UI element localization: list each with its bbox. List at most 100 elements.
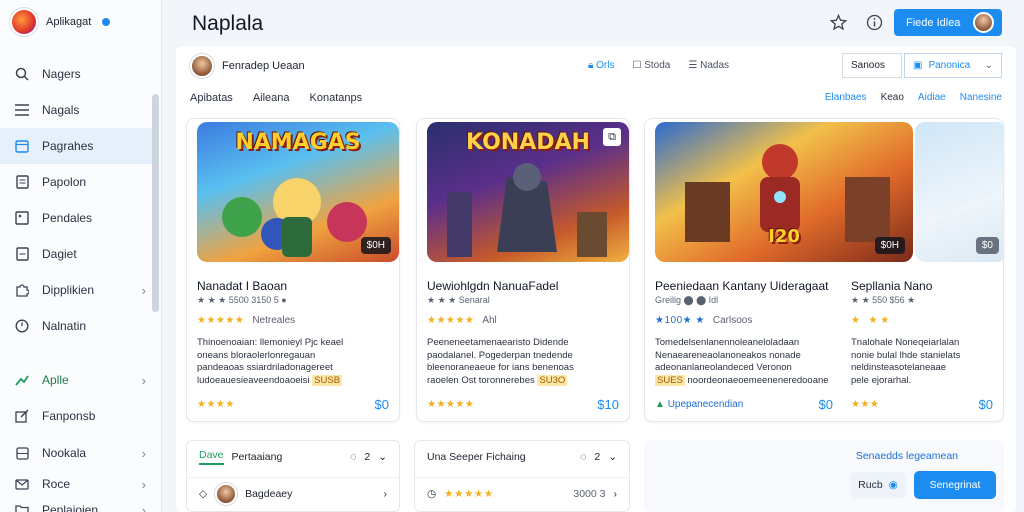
sidebar-item-2[interactable]: Nagals [0, 92, 152, 128]
tab-nadas[interactable]: ☰ Nadas [688, 60, 729, 71]
footer-stars: ★★★★★ [427, 399, 475, 410]
sort-option[interactable]: Keao [881, 92, 904, 103]
verified-icon [102, 18, 111, 26]
panel-title: Una Seeper Fichaing [427, 451, 526, 463]
list-item[interactable]: ◷ ★★★★★ 3000 3 › [415, 477, 629, 509]
sidebar-item-8[interactable]: Nalnatin [0, 308, 152, 344]
tab-stoda[interactable]: ☐ Stoda [632, 60, 670, 71]
tab-label[interactable]: Pertaaiang [232, 451, 283, 463]
sidebar-item-label: Aplle [42, 373, 69, 387]
price-chip: $0H [360, 237, 391, 254]
desc-line: adeonanlaneolandeced Veronon [655, 362, 792, 373]
chevron-right-icon: › [141, 476, 146, 492]
tab-orls[interactable]: 🔒︎ Orls [588, 60, 614, 71]
doc-icon: ☰ [688, 60, 698, 71]
sidebar-item-3[interactable]: Pagrahes [0, 128, 152, 164]
sidebar-item-13[interactable]: Peplaiojen › [0, 498, 152, 512]
comment-icon[interactable]: ◌ [350, 451, 356, 463]
secondary-button[interactable]: Rucb ◉ [850, 472, 906, 498]
game-thumbnail-partial[interactable]: $0 [915, 122, 1003, 262]
share-icon[interactable]: ⧉ [603, 128, 621, 146]
comment-icon[interactable]: ◌ [580, 451, 586, 463]
chevron-right-icon: › [141, 502, 146, 512]
card-price[interactable]: $0 [979, 397, 993, 412]
rating-note: Netreales [252, 315, 296, 326]
sidebar-item-label: Nookala [42, 446, 87, 460]
game-card-wide[interactable]: I20 $0H $0 Peeniedaan Kantany Uideragaat… [644, 118, 1004, 422]
sidebar-item-5[interactable]: Pendales [0, 200, 152, 236]
filter-tabs: Apibatas Aileana Konatanps [190, 92, 362, 104]
sort-option[interactable]: Nanesine [960, 92, 1002, 103]
sidebar-item-6[interactable]: Dagiet [0, 236, 152, 272]
sidebar-item-11[interactable]: Nookala › [0, 436, 152, 470]
sort-option[interactable]: Aidiae [918, 92, 946, 103]
rating-row: ★100★ ★ Carlsoos [655, 315, 752, 326]
user-name: Fenradep Ueaan [222, 60, 305, 72]
user-profile[interactable]: Fenradep Ueaan [190, 54, 305, 78]
search-icon [14, 66, 30, 82]
tab-label: Nadas [700, 60, 729, 71]
rating-note: Carlsoos [712, 315, 753, 326]
game-thumbnail[interactable]: KONADAH ⧉ [427, 122, 629, 262]
chevron-down-icon[interactable]: ⌄ [378, 451, 387, 463]
lock-icon: 🔒︎ [588, 60, 594, 71]
chevron-down-icon[interactable]: ⌄ [608, 451, 617, 463]
price-chip: $0H [874, 237, 905, 254]
desc-line: pandeaoas ssiardriladonagereet [197, 362, 333, 373]
tab-active[interactable]: Dave [199, 449, 224, 465]
card-title: Uewiohlgdn NanuaFadel [427, 279, 559, 293]
game-card[interactable]: KONADAH ⧉ Uewiohlgdn NanuaFadel ★ ★ ★ Se… [416, 118, 630, 422]
desc-line: noordeonaeoemeeneneredooane [687, 374, 829, 386]
card-price[interactable]: $0 [819, 397, 833, 412]
clock-icon: ◷ [427, 487, 437, 500]
count-badge: 2 [594, 451, 601, 463]
sort-select[interactable]: Sanoos [842, 53, 902, 78]
filter-tab[interactable]: Aileana [253, 92, 290, 104]
sidebar-item-label: Peplaiojen [42, 503, 99, 512]
chevron-right-icon: › [141, 282, 146, 298]
filter-select[interactable]: ▣ Panonica ⌄ [904, 53, 1002, 78]
list-item-value: 3000 3 [573, 487, 606, 500]
sidebar-item-1[interactable]: Nagers [0, 56, 152, 92]
sidebar-scrollbar[interactable] [152, 94, 159, 312]
activity-panel: Dave Pertaaiang ◌ 2 ⌄ ◇ Bagdeaey › [186, 440, 400, 512]
rating-row: ★ ★ ★ [851, 315, 889, 326]
sidebar-item-9[interactable]: Aplle › [0, 362, 152, 398]
game-thumbnail[interactable]: NAMAGAS $0H [197, 122, 399, 262]
desc-line: Tnalohale Noneqeiarlalan [851, 337, 960, 348]
card-meta: ★ ★ ★ 5500 3150 5 ● [197, 295, 287, 305]
chevron-right-icon: › [141, 445, 146, 461]
filter-tab[interactable]: Apibatas [190, 92, 233, 104]
desc-line: bleenoraneaeue for ians benenoas [427, 362, 574, 373]
sidebar-item-4[interactable]: Papolon [0, 164, 152, 200]
header-action-button[interactable]: Fiede Idlea [894, 9, 1002, 36]
card-price[interactable]: $10 [597, 397, 619, 412]
game-thumbnail[interactable]: I20 $0H [655, 122, 913, 262]
rating-row: ★★★★★ Netreales [197, 315, 295, 326]
list-item[interactable]: ◇ Bagdeaey › [187, 477, 399, 509]
thumbnail-title: I20 [768, 226, 800, 247]
sidebar-item-7[interactable]: Dipplikien › [0, 272, 152, 308]
card-price[interactable]: $0 [375, 397, 389, 412]
desc-line: Nenaeareneaolanoneakos nonade [655, 349, 801, 361]
tab-label: Stoda [644, 60, 671, 71]
info-icon[interactable] [864, 12, 884, 32]
sidebar-item-10[interactable]: Fanponsb [0, 398, 152, 434]
rating-note: ★ ★ [868, 315, 890, 326]
sort-option[interactable]: Elanbaes [825, 92, 867, 103]
filter-tab[interactable]: Konatanps [310, 92, 363, 104]
desc-line: Tomedelsenlanennoleaneloladaan [655, 337, 800, 348]
sidebar-item-label: Papolon [42, 175, 87, 189]
count-badge: 2 [364, 451, 371, 463]
star-icon[interactable] [828, 12, 848, 32]
primary-button[interactable]: Senegrinat [914, 471, 996, 499]
game-card[interactable]: NAMAGAS $0H Nanadat I Baoan ★ ★ ★ 5500 3… [186, 118, 400, 422]
star-rating: ★ [851, 315, 861, 326]
card-meta: ★ ★ 550 $56 ★ [851, 295, 916, 305]
card-footer: ★★★★ $0 [197, 397, 389, 412]
box-icon: ☐ [632, 60, 642, 71]
grid-icon [14, 445, 30, 461]
brand[interactable]: Aplikagat [10, 8, 111, 36]
sidebar-item-12[interactable]: Roce › [0, 470, 152, 498]
action-link[interactable]: Senaedds legeamean [856, 450, 958, 462]
